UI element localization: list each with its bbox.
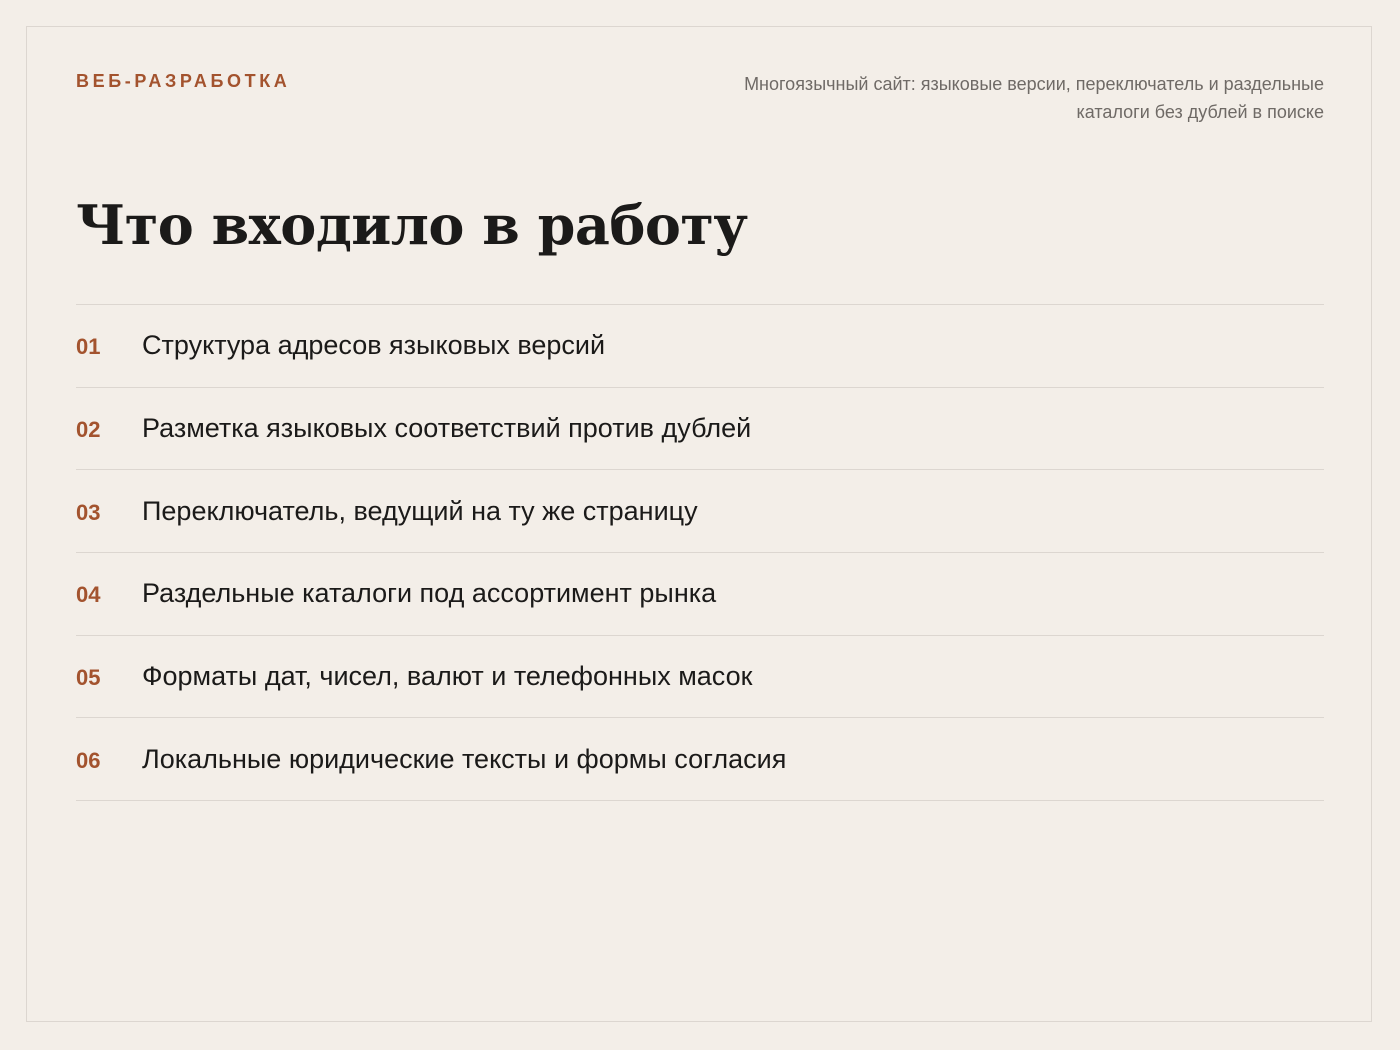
item-text: Форматы дат, чисел, валют и телефонных м… xyxy=(142,661,753,692)
page-title: Что входило в работу xyxy=(76,193,748,257)
item-number: 05 xyxy=(76,665,101,691)
item-text: Разметка языковых соответствий против ду… xyxy=(142,413,752,444)
list-item: 06 Локальные юридические тексты и формы … xyxy=(76,718,1324,802)
item-text: Локальные юридические тексты и формы сог… xyxy=(142,743,787,774)
list-item: 05 Форматы дат, чисел, валют и телефонны… xyxy=(76,636,1324,719)
list-item: 02 Разметка языковых соответствий против… xyxy=(76,388,1324,471)
list-item: 04 Раздельные каталоги под ассортимент р… xyxy=(76,553,1324,636)
list-item: 03 Переключатель, ведущий на ту же стран… xyxy=(76,470,1324,554)
item-text: Структура адресов языковых версий xyxy=(142,330,606,361)
item-text: Раздельные каталоги под ассортимент рынк… xyxy=(142,578,717,609)
work-list: 01 Структура адресов языковых версий 02 … xyxy=(76,304,1324,802)
category-tag: ВЕБ-РАЗРАБОТКА xyxy=(76,71,291,91)
item-text: Переключатель, ведущий на ту же страницу xyxy=(142,495,698,526)
item-number: 01 xyxy=(76,334,101,360)
item-number: 02 xyxy=(76,417,101,443)
item-number: 04 xyxy=(76,582,101,608)
list-item: 01 Структура адресов языковых версий xyxy=(76,305,1324,388)
item-number: 03 xyxy=(76,499,101,525)
page-subtitle: Многоязычный сайт: языковые версии, пере… xyxy=(744,74,1324,122)
item-number: 06 xyxy=(76,747,101,773)
